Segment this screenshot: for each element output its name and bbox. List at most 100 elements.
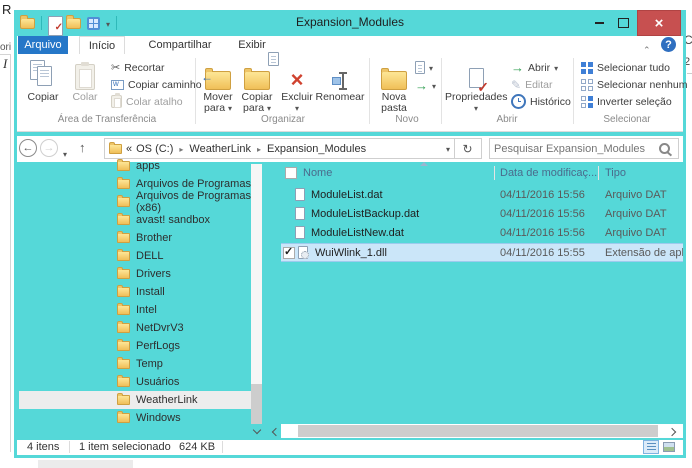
window-title: Expansion_Modules [14,15,686,29]
tree-scrollbar-thumb[interactable] [251,384,262,424]
horizontal-scrollbar-thumb[interactable] [298,425,658,437]
status-bar: 4 itens 1 item selecionado 624 KB [17,440,683,455]
folder-icon [117,413,130,423]
history-icon [511,94,526,109]
copy-path-button[interactable]: Copiar caminho [111,77,202,92]
invert-selection-button[interactable]: Inverter seleção [581,94,672,109]
delete-button[interactable]: Excluir [278,56,316,114]
tree-item[interactable]: DELL [19,247,251,265]
tree-item[interactable]: PerfLogs [19,337,251,355]
tree-item-weatherlink[interactable]: WeatherLink [19,391,251,409]
search-input[interactable] [490,143,659,155]
folder-icon [117,251,130,261]
ribbon: Copiar Colar Recortar Copiar caminho Col… [17,54,683,132]
column-header-name[interactable]: Nome [303,167,332,179]
tab-inicio[interactable]: Início [79,36,125,54]
dll-file-icon [298,246,308,259]
background-line [687,73,692,74]
select-all-checkbox[interactable] [285,167,297,179]
tree-item[interactable]: apps [19,157,251,175]
new-folder-button[interactable]: Nova pasta [375,56,413,114]
edit-button[interactable]: Editar [511,77,553,92]
navigation-pane: apps Arquivos de Programas Arquivos de P… [19,157,251,427]
scroll-right-icon[interactable] [666,428,678,436]
tree-item[interactable]: Usuários [19,373,251,391]
maximize-button[interactable] [612,10,634,36]
sort-ascending-icon [420,162,428,166]
folder-icon [109,144,122,154]
paste-shortcut-button[interactable]: Colar atalho [111,94,183,109]
delete-icon [291,71,304,90]
divider [441,58,442,124]
open-button[interactable]: Abrir [511,60,558,75]
tree-item[interactable]: Windows [19,409,251,427]
row-checkbox[interactable] [283,247,295,259]
dropdown-icon [228,102,232,114]
column-header-date[interactable]: Data de modificaç... [500,167,597,179]
group-label-new: Novo [377,114,437,125]
tree-item[interactable]: Drivers [19,265,251,283]
back-button[interactable]: ← [19,139,37,157]
help-icon[interactable]: ? [661,37,676,52]
open-icon [511,60,524,75]
tab-compartilhar[interactable]: Compartilhar [141,36,219,54]
breadcrumb[interactable]: « OS (C:) WeatherLink Expansion_Modules [104,138,455,159]
column-header-type[interactable]: Tipo [605,167,626,179]
select-all-button[interactable]: Selecionar tudo [581,60,670,75]
copy-to-icon [244,71,270,90]
tree-item[interactable]: Temp [19,355,251,373]
new-folder-icon [381,71,407,90]
paste-button[interactable]: Colar [65,56,105,103]
search-icon[interactable] [659,143,670,154]
tree-item[interactable]: Arquivos de Programas (x86) [19,193,251,211]
selection-size: 624 KB [179,441,215,453]
invert-selection-icon [581,96,593,108]
properties-button[interactable]: ✓ Propriedades [445,56,507,114]
background-text: ori [0,42,11,53]
horizontal-scrollbar[interactable] [281,424,683,438]
breadcrumb-weatherlink[interactable]: WeatherLink [189,143,251,155]
easy-access-button[interactable] [415,78,436,93]
close-button[interactable]: × [637,10,681,36]
breadcrumb-current[interactable]: Expansion_Modules [267,143,366,155]
file-row[interactable]: ModuleListBackup.dat 04/11/2016 15:56 Ar… [281,205,683,224]
cut-button[interactable]: Recortar [111,60,164,75]
rename-button[interactable]: Renomear [313,56,367,103]
breadcrumb-prefix: « [126,143,132,155]
copy-to-button[interactable]: Copiar para [238,56,276,114]
move-to-button[interactable]: Mover para [199,56,237,114]
divider [222,441,223,453]
thumbnail-view-button[interactable] [661,440,677,454]
thumbnail-view-icon [663,442,675,452]
tree-item[interactable]: NetDvrV3 [19,319,251,337]
copy-button[interactable]: Copiar [23,56,63,103]
file-row[interactable]: ModuleListNew.dat 04/11/2016 15:56 Arqui… [281,224,683,243]
group-label-clipboard: Área de Transferência [27,114,187,125]
background-line [10,54,11,452]
tree-item[interactable]: Install [19,283,251,301]
tree-item[interactable]: Brother [19,229,251,247]
folder-icon [117,197,130,207]
forward-button[interactable]: → [40,139,58,157]
file-row[interactable]: ModuleList.dat 04/11/2016 15:56 Arquivo … [281,186,683,205]
folder-icon [117,395,130,405]
new-item-button[interactable] [415,60,433,75]
group-label-select: Selecionar [587,114,667,125]
refresh-button[interactable]: ↻ [454,138,482,159]
address-dropdown-icon[interactable] [446,143,450,155]
up-button[interactable]: ↑ [79,140,86,155]
tree-item[interactable]: Intel [19,301,251,319]
background-text: I [3,56,7,72]
select-none-icon [581,79,593,91]
dropdown-icon [432,80,436,92]
paste-icon [75,64,95,90]
details-view-button[interactable] [643,440,659,454]
new-item-icon [415,61,425,74]
select-none-button[interactable]: Selecionar nenhum [581,77,687,92]
history-button[interactable]: Histórico [511,94,571,109]
file-row-selected[interactable]: WuiWlink_1.dll 04/11/2016 15:55 Extensão… [281,243,683,262]
tree-scroll-down-icon[interactable] [251,426,263,434]
breadcrumb-drive[interactable]: OS (C:) [136,143,173,155]
minimize-button[interactable] [588,10,610,36]
tab-arquivo[interactable]: Arquivo [18,36,68,54]
